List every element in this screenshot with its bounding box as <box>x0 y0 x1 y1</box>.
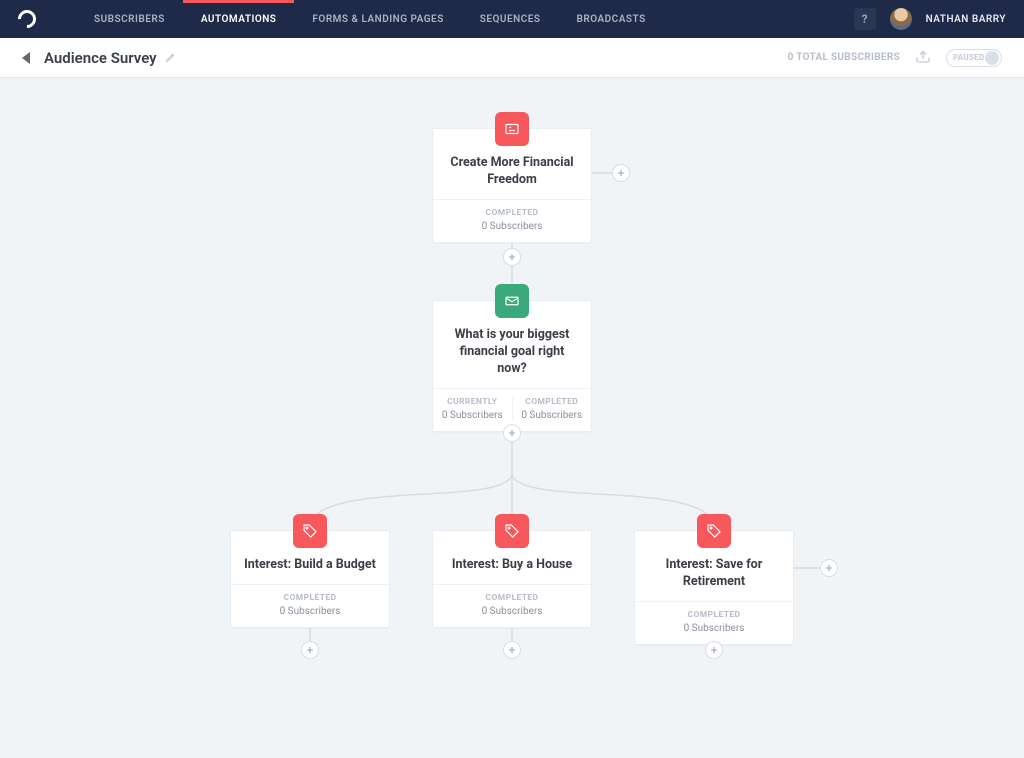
node-footer: COMPLETED 0 Subscribers <box>231 584 389 627</box>
avatar[interactable] <box>890 8 912 30</box>
nav-sequences[interactable]: SEQUENCES <box>462 0 559 38</box>
foot-value: 0 Subscribers <box>482 606 543 617</box>
node-tag-retirement[interactable]: Interest: Save for Retirement COMPLETED … <box>634 530 794 645</box>
node-tag-house[interactable]: Interest: Buy a House COMPLETED 0 Subscr… <box>432 530 592 628</box>
foot-label: CURRENTLY <box>447 397 497 407</box>
node-tag-budget[interactable]: Interest: Build a Budget COMPLETED 0 Sub… <box>230 530 390 628</box>
nav-forms-landing-pages[interactable]: FORMS & LANDING PAGES <box>294 0 461 38</box>
foot-label: COMPLETED <box>486 593 539 603</box>
node-footer: COMPLETED 0 Subscribers <box>635 601 793 644</box>
node-title: What is your biggest financial goal righ… <box>445 327 579 378</box>
node-title: Interest: Build a Budget <box>243 557 377 574</box>
back-button[interactable] <box>22 52 30 64</box>
toggle-label: PAUSED <box>953 53 985 62</box>
add-branch-button[interactable]: + <box>820 559 838 577</box>
add-step-button[interactable]: + <box>301 641 319 659</box>
total-subscribers: 0 TOTAL SUBSCRIBERS <box>788 52 900 63</box>
nav-subscribers[interactable]: SUBSCRIBERS <box>76 0 183 38</box>
node-title: Interest: Save for Retirement <box>647 557 781 591</box>
add-step-button[interactable]: + <box>503 641 521 659</box>
nav-automations[interactable]: AUTOMATIONS <box>183 0 295 38</box>
foot-value: 0 Subscribers <box>280 606 341 617</box>
foot-value: 0 Subscribers <box>684 623 745 634</box>
edit-title-icon[interactable] <box>165 48 177 67</box>
logo-icon <box>14 6 39 31</box>
foot-col-completed: COMPLETED 0 Subscribers <box>512 397 592 421</box>
toggle-knob <box>985 51 999 65</box>
node-form-entry[interactable]: Create More Financial Freedom COMPLETED … <box>432 128 592 243</box>
subheader-right: 0 TOTAL SUBSCRIBERS PAUSED <box>788 47 1002 68</box>
foot-value: 0 Subscribers <box>442 410 503 421</box>
share-icon[interactable] <box>914 47 932 68</box>
node-footer: COMPLETED 0 Subscribers <box>433 199 591 242</box>
nav-right: ? NATHAN BARRY <box>854 8 1006 30</box>
foot-value: 0 Subscribers <box>482 221 543 232</box>
form-icon <box>495 112 529 146</box>
foot-value: 0 Subscribers <box>521 410 582 421</box>
foot-label: COMPLETED <box>284 593 337 603</box>
add-step-button[interactable]: + <box>503 424 521 442</box>
subheader: Audience Survey 0 TOTAL SUBSCRIBERS PAUS… <box>0 38 1024 78</box>
tag-icon <box>697 514 731 548</box>
help-button[interactable]: ? <box>854 8 876 30</box>
node-footer: COMPLETED 0 Subscribers <box>433 584 591 627</box>
top-nav: SUBSCRIBERS AUTOMATIONS FORMS & LANDING … <box>0 0 1024 38</box>
add-step-button[interactable]: + <box>503 248 521 266</box>
nav-items: SUBSCRIBERS AUTOMATIONS FORMS & LANDING … <box>76 0 664 38</box>
foot-label: COMPLETED <box>688 610 741 620</box>
username[interactable]: NATHAN BARRY <box>926 14 1006 25</box>
status-toggle[interactable]: PAUSED <box>946 49 1002 67</box>
automation-canvas[interactable]: Create More Financial Freedom COMPLETED … <box>0 78 1024 678</box>
add-sibling-button[interactable]: + <box>612 164 630 182</box>
node-email-question[interactable]: What is your biggest financial goal righ… <box>432 300 592 432</box>
node-title: Create More Financial Freedom <box>445 155 579 189</box>
tag-icon <box>293 514 327 548</box>
tag-icon <box>495 514 529 548</box>
nav-broadcasts[interactable]: BROADCASTS <box>559 0 664 38</box>
foot-label: COMPLETED <box>525 397 578 407</box>
foot-col-currently: CURRENTLY 0 Subscribers <box>433 397 512 421</box>
foot-label: COMPLETED <box>486 208 539 218</box>
add-step-button[interactable]: + <box>705 641 723 659</box>
email-icon <box>495 284 529 318</box>
node-title: Interest: Buy a House <box>445 557 579 574</box>
page-title: Audience Survey <box>44 49 157 67</box>
